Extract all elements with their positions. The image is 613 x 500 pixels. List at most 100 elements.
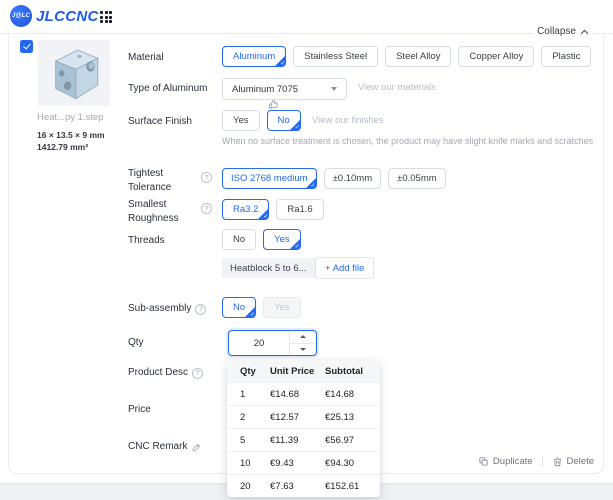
qty-stepper [289, 331, 316, 355]
price-table-cell: €12.57 [270, 411, 300, 423]
surface-finish-options: Yes No [222, 110, 301, 131]
surface-finish-option-yes[interactable]: Yes [222, 110, 260, 131]
cnc-remark-label-row: CNC Remark [128, 440, 202, 454]
price-table-row[interactable]: 5 €11.39 €56.97 [227, 428, 380, 451]
sub-assembly-option-no[interactable]: No [222, 297, 257, 318]
threads-option-yes[interactable]: Yes [263, 229, 301, 250]
threads-label: Threads [128, 235, 165, 246]
threads-options: No Yes [222, 229, 301, 250]
material-options: Aluminum Stainless Steel Steel Alloy Copper… [222, 46, 592, 67]
duplicate-button[interactable]: Duplicate [478, 456, 533, 467]
price-table-header-cell-0: Qty [240, 365, 256, 377]
price-table-cell: €7.63 [270, 480, 294, 492]
threads-option-no[interactable]: No [222, 229, 257, 250]
product-desc-label: Product Desc [128, 367, 189, 378]
material-option-plastic[interactable]: Plastic [541, 46, 592, 67]
price-table-header: Qty Unit Price Subtotal [227, 360, 380, 382]
product-desc-help-icon[interactable]: ? [192, 367, 204, 379]
price-table-cell: 20 [240, 480, 251, 492]
view-finishes-link[interactable]: View our finishes [312, 115, 384, 126]
jlccnc-logo[interactable]: J@LC JLCCNC [10, 5, 99, 27]
thumbs-up-icon [268, 99, 279, 110]
surface-finish-label: Surface Finish [128, 116, 192, 127]
price-table-cell: €14.68 [325, 388, 355, 400]
sub-assembly-label: Sub-assembly [128, 303, 192, 314]
part-thumbnail[interactable] [38, 40, 110, 106]
material-option-copper-alloy[interactable]: Copper Alloy [458, 46, 535, 67]
roughness-option-ra1-6[interactable]: Ra1.6 [276, 199, 324, 220]
tightest-tolerance-label: Tightest Tolerance [128, 168, 172, 193]
material-option-stainless-steel[interactable]: Stainless Steel [293, 46, 379, 67]
part-volume: 1412.79 mm³ [37, 142, 89, 152]
view-materials-link[interactable]: View our materials [358, 82, 436, 93]
delete-label: Delete [566, 456, 594, 467]
material-option-aluminum[interactable]: Aluminum [222, 46, 287, 67]
tolerance-option-iso-2768-medium[interactable]: ISO 2768 medium [222, 168, 317, 189]
top-navbar: J@LC JLCCNC [0, 0, 613, 34]
thread-file-tag: Heatblock 5 to 6... [222, 258, 329, 278]
surface-finish-option-no[interactable]: No [266, 110, 301, 131]
qty-label: Qty [128, 337, 144, 348]
price-table-cell: 1 [240, 388, 246, 400]
jlc-logo-badge-icon: J@LC [10, 5, 32, 27]
edit-remark-pencil-icon[interactable] [191, 442, 202, 453]
caret-down-icon [331, 87, 337, 91]
thread-file-name: Heatblock 5 to 6... [230, 262, 307, 274]
part-checkbox[interactable] [20, 40, 33, 53]
jlccnc-quote-page: J@LC JLCCNC Collapse Heat...py 1.step 16… [0, 0, 613, 500]
price-table-header-cell-2: Subtotal [325, 365, 363, 377]
aluminum-type-select[interactable]: Aluminum 7075 [222, 78, 347, 100]
tolerance-option--0-05mm[interactable]: ±0.05mm [388, 168, 446, 189]
price-table-cell: €56.97 [325, 434, 355, 446]
delete-button[interactable]: Delete [552, 456, 594, 467]
roughness-help-icon[interactable]: ? [201, 203, 212, 214]
roughness-option-ra3-2[interactable]: Ra3.2 [222, 199, 270, 220]
surface-finish-note: When no surface treatment is chosen, the… [222, 136, 594, 146]
card-actions: Duplicate Delete [478, 456, 594, 467]
price-table-row[interactable]: 10 €9.43 €94.30 [227, 451, 380, 474]
add-file-button[interactable]: + Add file [315, 257, 375, 279]
collapse-button[interactable]: Collapse [534, 26, 592, 37]
product-desc-label-row: Product Desc ? [128, 366, 204, 380]
price-table-body: 1 €14.68 €14.68 2 €12.57 €25.13 5 €11.39 €56.97 1… [227, 382, 380, 497]
qty-increase-button[interactable] [290, 331, 316, 344]
qty-decrease-button[interactable] [290, 344, 316, 356]
cnc-remark-label: CNC Remark [128, 441, 188, 452]
aluminum-type-value: Aluminum 7075 [232, 83, 299, 95]
price-table-row[interactable]: 20 €7.63 €152.61 [227, 474, 380, 497]
tolerance-option--0-10mm[interactable]: ±0.10mm [323, 168, 382, 189]
trash-icon [553, 457, 561, 467]
apps-grid-icon[interactable] [100, 11, 112, 23]
price-table-cell: 10 [240, 457, 251, 469]
add-file-label: + Add file [325, 262, 365, 274]
price-table-row[interactable]: 2 €12.57 €25.13 [227, 405, 380, 428]
copy-icon [479, 457, 488, 466]
cad-part-preview-icon [54, 49, 99, 100]
price-table-cell: €25.13 [325, 411, 355, 423]
qty-price-popup: Qty Unit Price Subtotal 1 €14.68 €14.68 2 €12.… [227, 360, 380, 497]
tolerance-options: ISO 2768 medium ±0.10mm ±0.05mm [222, 168, 446, 189]
qty-value: 20 [253, 337, 265, 349]
smallest-roughness-label: Smallest Roughness [128, 199, 179, 224]
price-table-cell: €152.61 [325, 480, 360, 492]
price-table-cell: €9.43 [270, 457, 294, 469]
price-table-row[interactable]: 1 €14.68 €14.68 [227, 382, 380, 405]
price-table-header-cell-1: Unit Price [270, 365, 315, 377]
qty-input[interactable]: 20 [228, 330, 317, 356]
price-table-cell: 5 [240, 434, 246, 446]
price-table-cell: €94.30 [325, 457, 355, 469]
sub-assembly-option-yes: Yes [263, 297, 301, 318]
material-option-steel-alloy[interactable]: Steel Alloy [385, 46, 452, 67]
tolerance-help-icon[interactable]: ? [201, 172, 212, 183]
chevron-up-icon [580, 29, 589, 34]
material-label: Material [128, 52, 164, 63]
part-dimensions: 16 × 13.5 × 9 mm [37, 130, 105, 140]
part-filename: Heat...py 1.step [37, 112, 104, 123]
actions-divider [541, 456, 543, 467]
collapse-label: Collapse [537, 26, 576, 37]
roughness-options: Ra3.2 Ra1.6 [222, 199, 324, 220]
price-table-cell: €14.68 [270, 388, 300, 400]
duplicate-label: Duplicate [492, 456, 533, 467]
brand-name: JLCCNC [36, 7, 99, 25]
sub-assembly-help-icon[interactable]: ? [195, 303, 207, 315]
